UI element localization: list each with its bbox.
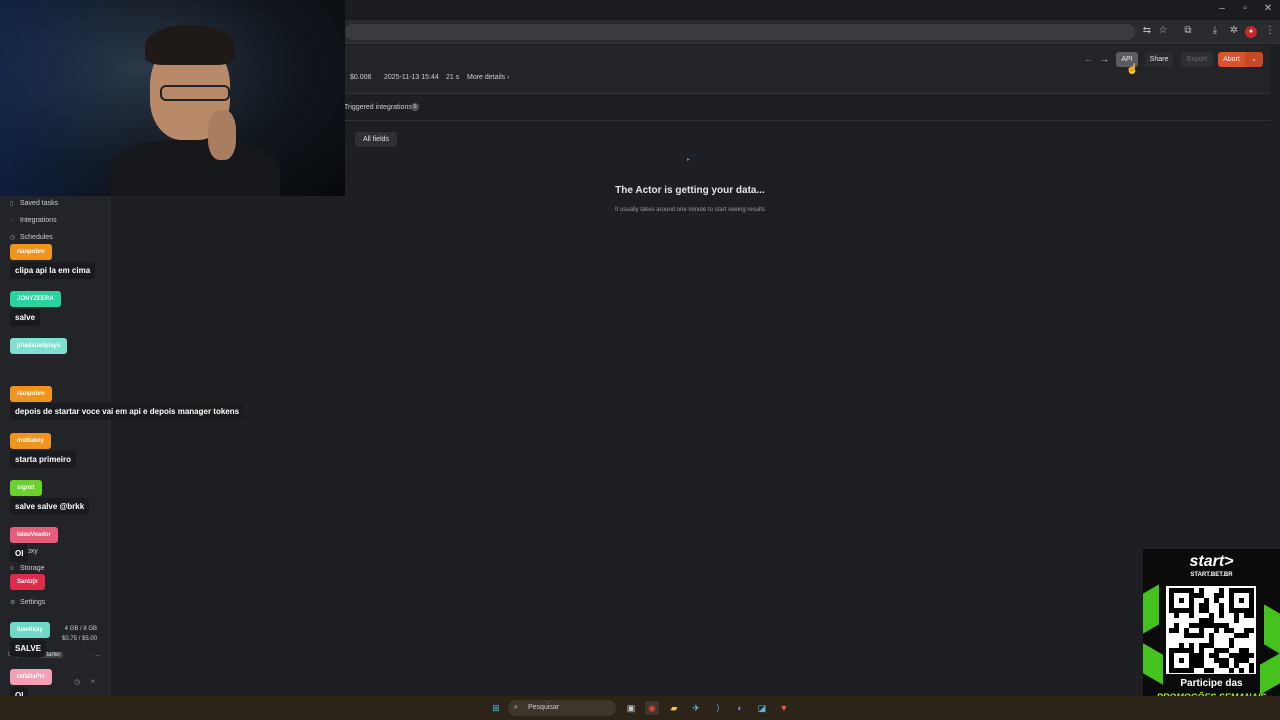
all-fields-button[interactable]: All fields bbox=[355, 132, 397, 147]
qr-code bbox=[1166, 586, 1256, 674]
help-icon[interactable]: ◷ bbox=[74, 678, 80, 686]
maximize-icon[interactable]: ▫ bbox=[1233, 3, 1257, 14]
profile-avatar-icon[interactable]: ● bbox=[1245, 26, 1257, 38]
streamer-body bbox=[110, 140, 280, 196]
close-window-icon[interactable]: ✕ bbox=[1256, 3, 1280, 14]
extensions-icon[interactable]: ⧉ bbox=[1181, 25, 1195, 36]
sidebar-item-integrations[interactable]: ◌ Integrations bbox=[10, 217, 57, 224]
usage-cost: $0.75 / $5.00 bbox=[62, 636, 98, 642]
chat-username: jotadanielplays bbox=[10, 338, 68, 354]
chat-username: mottaboy bbox=[10, 433, 51, 449]
taskbar-search-placeholder: Pesquisar bbox=[528, 704, 560, 711]
app-icon[interactable]: ◪ bbox=[755, 701, 769, 715]
arrow-right-icon[interactable]: → bbox=[94, 652, 101, 659]
file-explorer-icon[interactable]: ▰ bbox=[667, 701, 681, 715]
address-bar[interactable] bbox=[345, 24, 1135, 40]
share-button[interactable]: Share bbox=[1145, 52, 1173, 67]
windows-start-icon[interactable]: ⊞ bbox=[489, 701, 503, 715]
chevron-down-icon[interactable]: ⌄ bbox=[1245, 52, 1263, 67]
run-cost: $0.006 bbox=[350, 74, 372, 81]
steam-icon[interactable]: ✈ bbox=[689, 701, 703, 715]
chat-username: lalauVoador bbox=[10, 527, 58, 543]
sidebar-item-label: Saved tasks bbox=[20, 200, 59, 207]
download-icon[interactable]: ⤓ bbox=[1208, 25, 1222, 36]
sidebar-item-label: Schedules bbox=[20, 234, 53, 241]
abort-button[interactable]: Abort bbox=[1218, 52, 1245, 67]
sidebar-item-schedules[interactable]: ◷ Schedules bbox=[10, 234, 53, 241]
streamer-glasses bbox=[160, 85, 230, 101]
chrome-icon[interactable]: ◉ bbox=[645, 701, 659, 715]
usage-memory: 4 GB / 8 GB bbox=[64, 626, 98, 632]
chat-username: rianpobre bbox=[10, 244, 52, 260]
taskbar-search[interactable]: ⌕ Pesquisar bbox=[508, 700, 616, 716]
chat-message: starta primeiro bbox=[10, 451, 77, 468]
webcam-overlay bbox=[0, 0, 345, 196]
plug-icon: ◌ bbox=[10, 218, 14, 224]
chat-username: Santzjx bbox=[10, 574, 46, 590]
vscode-icon[interactable]: ⟩ bbox=[711, 701, 725, 715]
run-date: 2025-11-13 15:44 bbox=[384, 74, 439, 81]
promo-url: START.BET.BR bbox=[1190, 572, 1233, 578]
triggered-integrations-count: 0 bbox=[411, 103, 419, 111]
promo-headline: Participe das bbox=[1180, 678, 1243, 689]
usage-summary: 4 GB / 8 GB $0.75 / $5.00 bbox=[62, 624, 97, 644]
task-view-icon[interactable]: ▣ bbox=[624, 701, 638, 715]
empty-state-title: The Actor is getting your data... bbox=[615, 185, 765, 196]
minimize-icon[interactable]: – bbox=[1210, 3, 1234, 14]
chat-message: OI bbox=[10, 545, 29, 562]
extension-icon[interactable]: ✲ bbox=[1227, 25, 1241, 36]
sidebar-item-label: Settings bbox=[20, 599, 46, 606]
translate-icon[interactable]: ⇆ bbox=[1140, 25, 1154, 36]
sidebar-item-settings[interactable]: ⚙ Settings bbox=[10, 599, 45, 606]
chat-username: rafaDaPic bbox=[10, 669, 52, 685]
collapse-sidebar-icon[interactable]: « bbox=[91, 678, 95, 685]
chat-message: salve bbox=[10, 309, 41, 326]
sidebar-item-label: Storage bbox=[20, 565, 45, 572]
arrow-left-icon[interactable]: ← bbox=[1084, 54, 1093, 64]
more-details-label: More details bbox=[467, 74, 506, 81]
discord-icon[interactable]: ◐ bbox=[733, 701, 747, 715]
sidebar-item-saved-tasks[interactable]: ▯ Saved tasks bbox=[10, 200, 58, 207]
arrow-right-icon[interactable]: → bbox=[1100, 54, 1109, 64]
star-icon[interactable]: ☆ bbox=[1156, 25, 1170, 36]
chat-username: rianpobre bbox=[10, 386, 52, 402]
menu-dots-icon[interactable]: ⋮ bbox=[1263, 25, 1277, 36]
chat-username: luavitkay bbox=[10, 622, 50, 638]
chat-message: clipa api la em cima bbox=[10, 262, 96, 279]
loading-spinner-icon: ▸ bbox=[687, 157, 691, 163]
bookmark-icon: ▯ bbox=[10, 201, 14, 207]
clock-icon: ◷ bbox=[10, 235, 16, 241]
database-icon: ≡ bbox=[10, 566, 14, 572]
search-icon: ⌕ bbox=[514, 704, 518, 711]
chat-username: sigmit bbox=[10, 480, 42, 496]
brave-icon[interactable]: ▼ bbox=[777, 701, 791, 715]
more-details-link[interactable]: More details › bbox=[467, 74, 509, 81]
chat-message: salve salve @brkk bbox=[10, 498, 90, 515]
sidebar-item-label: Integrations bbox=[20, 217, 57, 224]
chat-username: JONYZEERA bbox=[10, 291, 61, 307]
chat-message: SALVE bbox=[10, 640, 47, 657]
chevron-right-icon: › bbox=[507, 74, 510, 81]
promo-brand-logo: start> bbox=[1189, 553, 1234, 570]
export-button[interactable]: Export bbox=[1181, 52, 1213, 67]
streamer-hair bbox=[145, 25, 235, 65]
gear-icon: ⚙ bbox=[10, 600, 16, 606]
taskbar bbox=[0, 696, 1280, 720]
hand-cursor-icon: ☝ bbox=[1126, 64, 1139, 75]
streamer-hand bbox=[208, 110, 236, 160]
chat-message: depois de startar voce vai em api e depo… bbox=[10, 403, 245, 420]
triggered-integrations-tab[interactable]: Triggered integrations bbox=[344, 104, 412, 111]
run-duration: 21 s bbox=[446, 74, 460, 81]
sidebar-item-storage[interactable]: ≡ Storage bbox=[10, 565, 45, 572]
empty-state-subtitle: It usually takes around one minute to st… bbox=[614, 207, 766, 213]
